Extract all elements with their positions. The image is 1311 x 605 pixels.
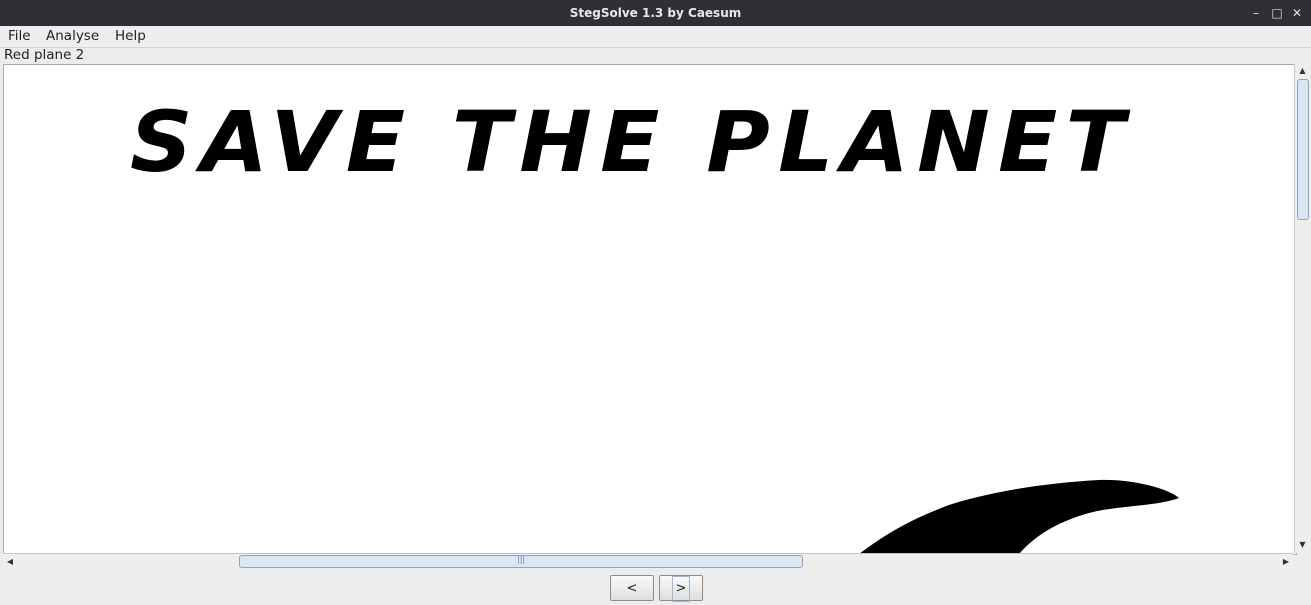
horizontal-scrollbar[interactable]: ◀ ||| ▶ xyxy=(3,553,1294,569)
image-viewport: SAVE THE PLANET xyxy=(3,64,1297,555)
title-bar: StegSolve 1.3 by Caesum – □ ✕ xyxy=(0,0,1311,26)
plane-label: Red plane 2 xyxy=(4,47,85,63)
window-title: StegSolve 1.3 by Caesum xyxy=(569,6,742,20)
next-plane-button[interactable]: > xyxy=(659,575,703,602)
vertical-scrollbar[interactable]: ▲ ▼ xyxy=(1294,64,1310,553)
image-text: SAVE THE PLANET xyxy=(130,93,1133,191)
image-canvas: SAVE THE PLANET xyxy=(130,93,1179,554)
scroll-up-icon[interactable]: ▲ xyxy=(1295,64,1310,78)
close-button[interactable]: ✕ xyxy=(1288,4,1306,22)
scroll-down-icon[interactable]: ▼ xyxy=(1295,538,1310,552)
menu-analyse[interactable]: Analyse xyxy=(46,28,99,44)
vertical-scroll-thumb[interactable] xyxy=(1297,79,1309,220)
scroll-left-icon[interactable]: ◀ xyxy=(3,554,17,569)
menu-bar: File Analyse Help xyxy=(0,26,1311,48)
black-blob-shape xyxy=(859,479,1179,554)
minimize-button[interactable]: – xyxy=(1247,4,1265,22)
scroll-right-icon[interactable]: ▶ xyxy=(1279,554,1293,569)
menu-file[interactable]: File xyxy=(8,28,31,44)
next-label: > xyxy=(671,576,691,602)
prev-label: < xyxy=(626,581,638,596)
prev-plane-button[interactable]: < xyxy=(610,575,654,601)
grip-icon: ||| xyxy=(517,555,526,564)
menu-help[interactable]: Help xyxy=(115,28,146,44)
maximize-button[interactable]: □ xyxy=(1268,4,1286,22)
